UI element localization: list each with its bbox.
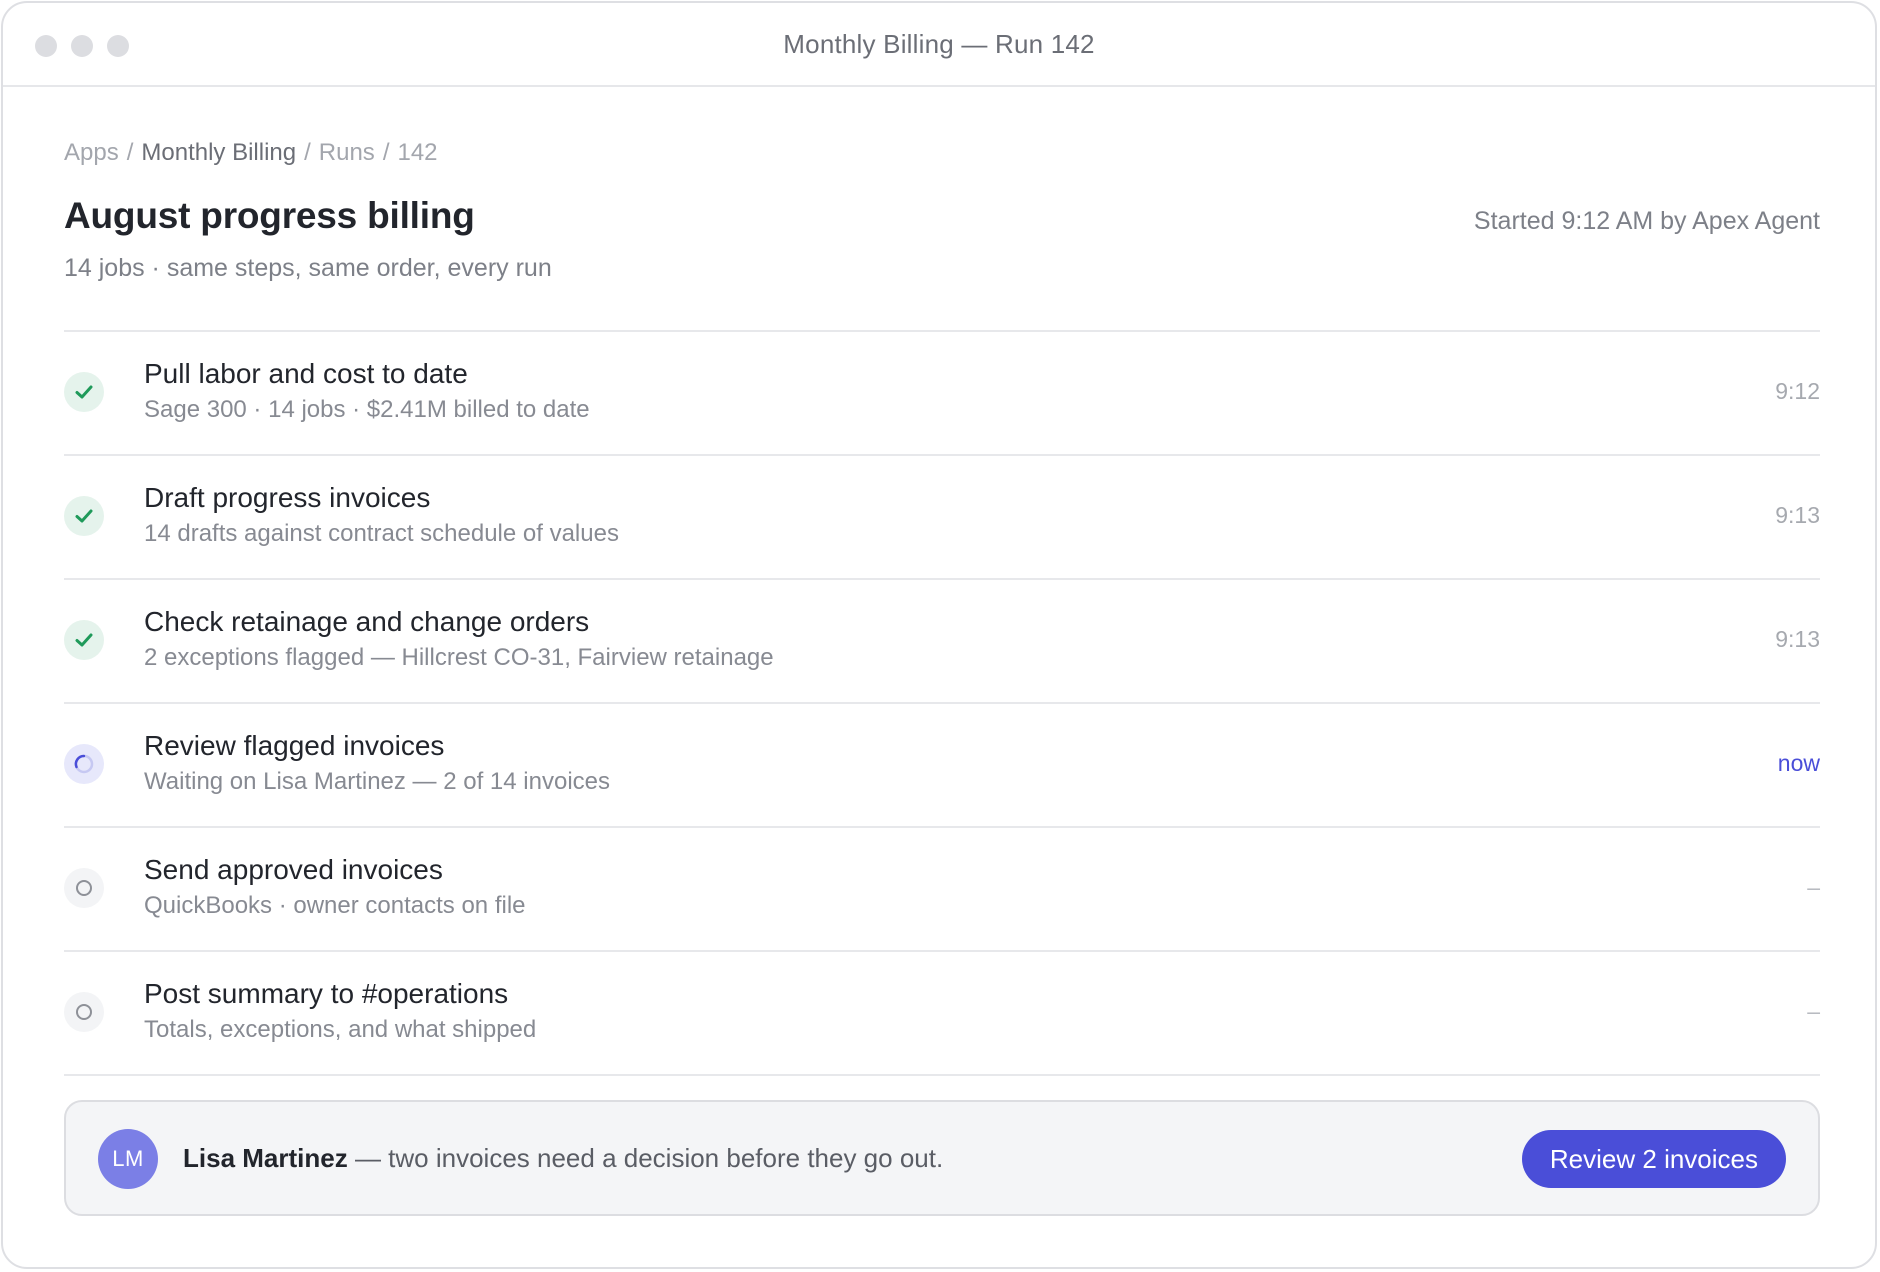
step-title: Send approved invoices — [144, 854, 443, 885]
checkmark-icon — [75, 385, 93, 399]
step-row: Draft progress invoices 14 drafts agains… — [64, 456, 1820, 580]
step-row: Pull labor and cost to date Sage 300 · 1… — [64, 332, 1820, 456]
step-status-done — [64, 496, 104, 536]
breadcrumb-separator: / — [304, 139, 311, 166]
avatar: LM — [98, 1129, 158, 1189]
app-window: Monthly Billing — Run 142 Apps / Monthly B… — [1, 1, 1877, 1269]
step-time: – — [1807, 998, 1820, 1024]
banner-message: Lisa Martinez — two invoices need a deci… — [183, 1143, 943, 1174]
step-status-pending — [64, 992, 104, 1032]
breadcrumb-runs[interactable]: Runs — [319, 139, 375, 166]
spinner-icon — [74, 754, 94, 774]
breadcrumb: Apps / Monthly Billing / Runs / 142 — [64, 139, 438, 167]
step-time: – — [1807, 874, 1820, 900]
step-status-done — [64, 372, 104, 412]
step-detail: QuickBooks · owner contacts on file — [144, 892, 526, 919]
step-detail: 2 exceptions flagged — Hillcrest CO-31, … — [144, 644, 774, 671]
step-detail: 14 drafts against contract schedule of v… — [144, 520, 619, 547]
breadcrumb-separator: / — [382, 139, 390, 166]
step-title: Pull labor and cost to date — [144, 358, 468, 389]
window-title: Monthly Billing — Run 142 — [783, 29, 1095, 59]
approval-banner: LM Lisa Martinez — two invoices need a d… — [64, 1100, 1820, 1216]
step-row: Check retainage and change orders 2 exce… — [64, 580, 1820, 704]
breadcrumb-apps[interactable]: Apps — [64, 139, 119, 166]
step-time: 9:12 — [1775, 378, 1820, 404]
pending-circle-icon — [76, 880, 92, 896]
breadcrumb-current-run: 142 — [397, 139, 438, 166]
checkmark-icon — [75, 633, 93, 647]
step-list: Pull labor and cost to date Sage 300 · 1… — [64, 330, 1820, 1076]
step-time: 9:13 — [1775, 626, 1820, 652]
step-time: now — [1777, 750, 1820, 776]
review-invoices-button[interactable]: Review 2 invoices — [1521, 1130, 1786, 1188]
step-detail: Totals, exceptions, and what shipped — [144, 1016, 537, 1043]
step-status-pending — [64, 868, 104, 908]
breadcrumb-monthly-billing[interactable]: Monthly Billing — [141, 139, 296, 166]
breadcrumb-separator: / — [126, 139, 134, 166]
title-bar: Monthly Billing — Run 142 — [3, 3, 1875, 87]
pending-circle-icon — [76, 1004, 92, 1020]
step-row: Review flagged invoices Waiting on Lisa … — [64, 704, 1820, 828]
step-title: Check retainage and change orders — [144, 606, 590, 637]
step-detail: Sage 300 · 14 jobs · $2.41M billed to da… — [144, 396, 590, 423]
banner-user-name: Lisa Martinez — [183, 1143, 348, 1173]
step-title: Draft progress invoices — [144, 482, 431, 513]
step-time: 9:13 — [1775, 502, 1820, 528]
page-subtitle: 14 jobs · same steps, same order, every … — [64, 254, 552, 282]
run-started-info: Started 9:12 AM by Apex Agent — [1473, 207, 1820, 235]
step-title: Post summary to #operations — [144, 978, 509, 1009]
step-row: Send approved invoices QuickBooks · owne… — [64, 828, 1820, 952]
checkmark-icon — [75, 509, 93, 523]
banner-message-text: — two invoices need a decision before th… — [347, 1143, 944, 1173]
step-detail: Waiting on Lisa Martinez — 2 of 14 invoi… — [144, 768, 610, 795]
page-title: August progress billing — [64, 195, 475, 236]
step-status-done — [64, 620, 104, 660]
step-title: Review flagged invoices — [144, 730, 445, 761]
step-row: Post summary to #operations Totals, exce… — [64, 952, 1820, 1076]
step-status-active — [64, 744, 104, 784]
